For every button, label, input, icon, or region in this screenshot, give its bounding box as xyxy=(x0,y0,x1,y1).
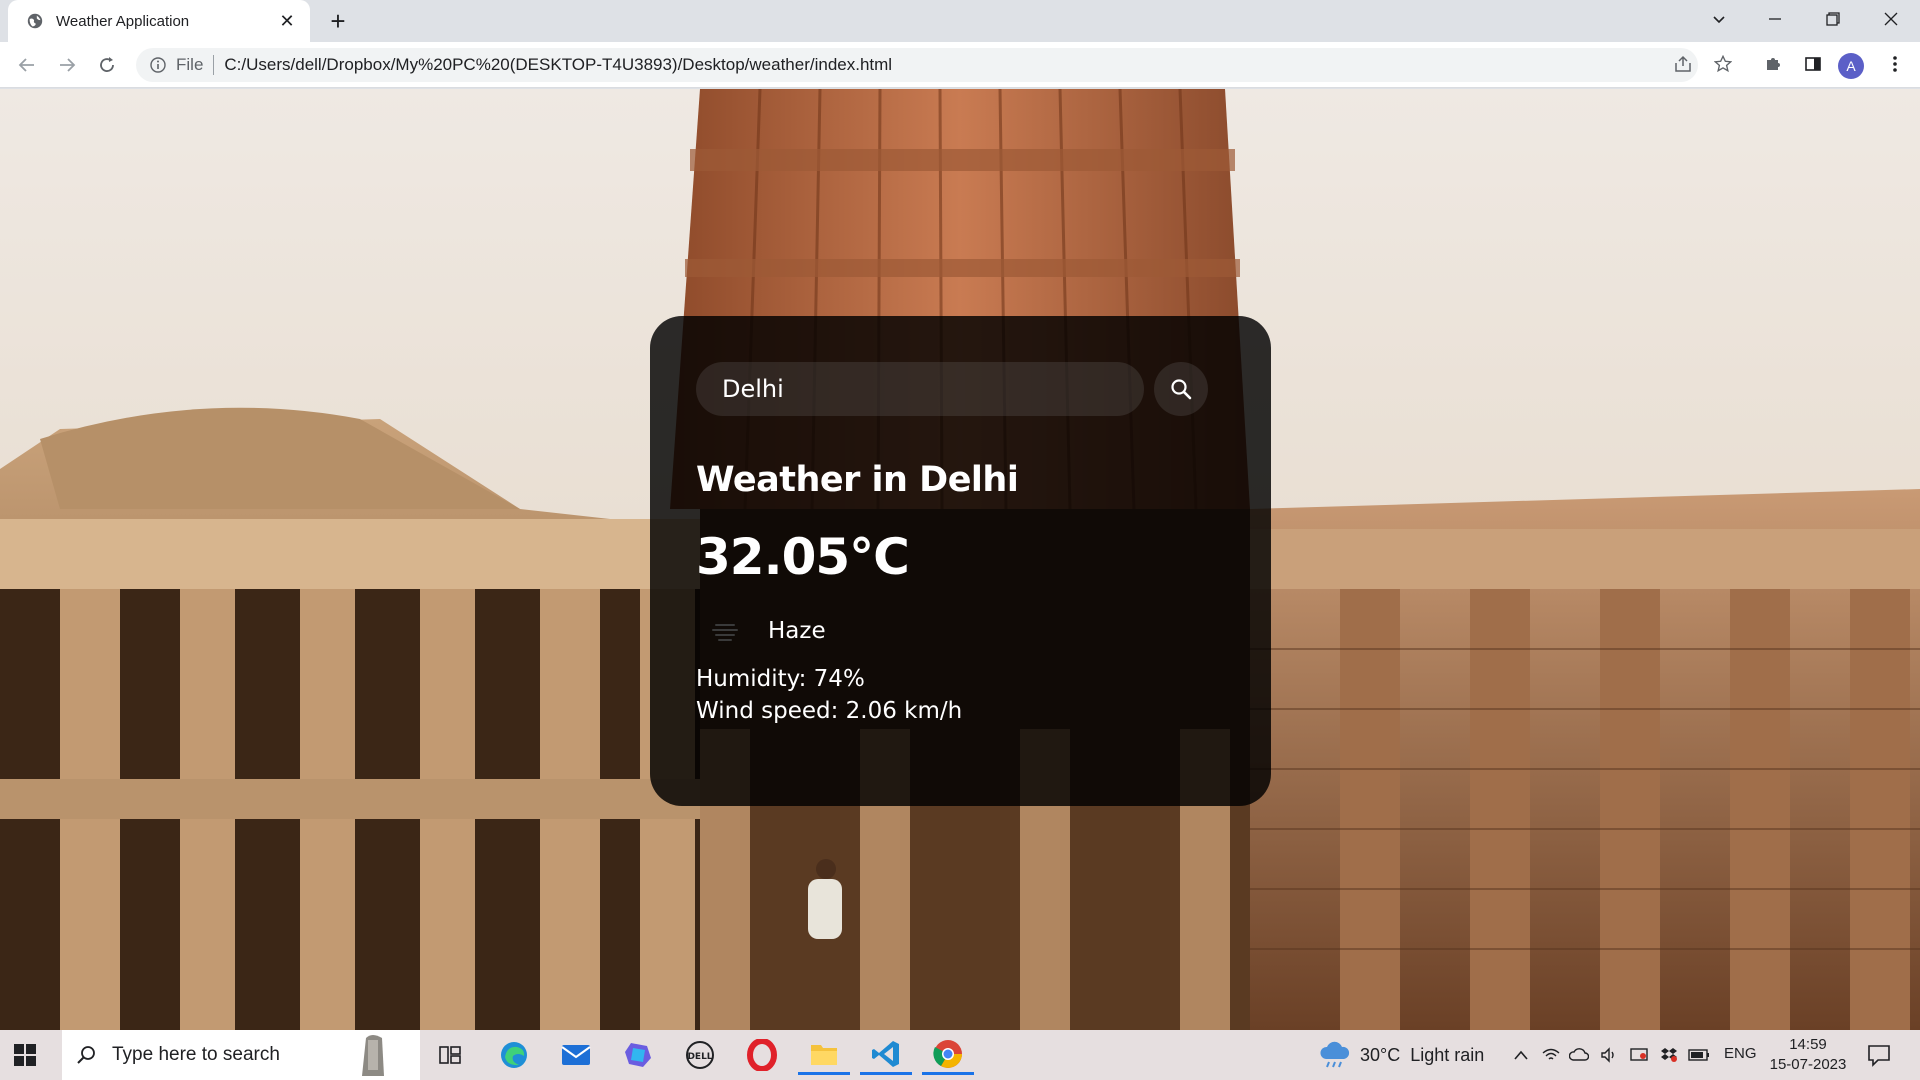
city-heading: Weather in Delhi xyxy=(696,460,1019,500)
vscode-icon[interactable] xyxy=(860,1035,912,1075)
dropbox-icon[interactable] xyxy=(1658,1044,1680,1066)
dell-icon[interactable]: DELL xyxy=(674,1035,726,1075)
battery-icon[interactable] xyxy=(1688,1044,1710,1066)
condition-row: Haze xyxy=(696,614,1225,648)
mail-icon[interactable] xyxy=(550,1035,602,1075)
onedrive-icon[interactable] xyxy=(1568,1044,1590,1066)
search-icon xyxy=(77,1046,95,1064)
network-display-icon[interactable] xyxy=(1628,1044,1650,1066)
profile-avatar[interactable]: A xyxy=(1838,53,1864,79)
tab-close-icon[interactable]: ✕ xyxy=(276,10,298,32)
chrome-icon[interactable] xyxy=(922,1035,974,1075)
forward-icon[interactable] xyxy=(52,50,82,80)
windows-taskbar: Type here to search DELL 30°C Light rain xyxy=(0,1030,1920,1080)
file-explorer-icon[interactable] xyxy=(798,1035,850,1075)
extensions-icon[interactable] xyxy=(1758,49,1788,79)
clock-date: 15-07-2023 xyxy=(1769,1056,1847,1073)
menu-kebab-icon[interactable] xyxy=(1880,49,1910,79)
svg-text:DELL: DELL xyxy=(687,1052,712,1062)
search-bar xyxy=(696,362,1225,416)
share-icon[interactable] xyxy=(1668,49,1698,79)
browser-tab-strip: Weather Application ✕ + xyxy=(0,0,1920,42)
minimize-icon[interactable] xyxy=(1752,0,1798,38)
taskbar-search-box[interactable]: Type here to search xyxy=(62,1030,420,1080)
url-scheme-label: File xyxy=(176,55,204,74)
globe-icon xyxy=(27,13,43,29)
taskbar-search-placeholder: Type here to search xyxy=(112,1044,280,1065)
condition-description: Haze xyxy=(768,618,826,644)
bookmark-star-icon[interactable] xyxy=(1708,49,1738,79)
task-view-icon[interactable] xyxy=(424,1035,476,1075)
restore-icon[interactable] xyxy=(1810,0,1856,38)
search-highlight-icon xyxy=(361,1035,384,1076)
tab-title: Weather Application xyxy=(56,12,190,30)
wifi-icon[interactable] xyxy=(1540,1044,1562,1066)
taskbar-clock[interactable]: 14:59 15-07-2023 xyxy=(1768,1035,1848,1075)
url-separator xyxy=(213,55,215,75)
language-indicator[interactable]: ENG xyxy=(1724,1045,1757,1062)
show-hidden-icons-icon[interactable] xyxy=(1510,1044,1532,1066)
browser-tab[interactable]: Weather Application ✕ xyxy=(8,0,310,42)
city-search-input[interactable] xyxy=(696,362,1144,416)
side-panel-icon[interactable] xyxy=(1798,49,1828,79)
clock-time: 14:59 xyxy=(1789,1036,1827,1053)
temperature-value: 32.05°C xyxy=(696,528,910,586)
wind-speed-text: Wind speed: 2.06 km/h xyxy=(696,698,963,724)
humidity-text: Humidity: 74% xyxy=(696,666,865,692)
rain-cloud-icon xyxy=(1320,1041,1350,1068)
browser-toolbar: File C:/Users/dell/Dropbox/My%20PC%20(DE… xyxy=(0,42,1920,88)
info-icon[interactable] xyxy=(150,57,166,73)
search-icon xyxy=(1171,379,1192,400)
taskbar-weather-widget[interactable]: 30°C Light rain xyxy=(1318,1030,1484,1080)
edge-icon[interactable] xyxy=(488,1035,540,1075)
tab-search-icon[interactable] xyxy=(1696,0,1742,38)
back-icon[interactable] xyxy=(12,50,42,80)
new-tab-icon[interactable]: + xyxy=(323,6,353,36)
reload-icon[interactable] xyxy=(92,50,122,80)
address-bar[interactable]: File C:/Users/dell/Dropbox/My%20PC%20(DE… xyxy=(136,48,1698,82)
weather-card: Weather in Delhi 32.05°C Haze Humidity: … xyxy=(650,316,1271,806)
close-window-icon[interactable] xyxy=(1868,0,1914,38)
haze-icon xyxy=(712,624,738,641)
taskbar-weather-text: 30°C Light rain xyxy=(1360,1044,1485,1065)
notification-center-icon[interactable] xyxy=(1866,1042,1892,1068)
url-text[interactable]: C:/Users/dell/Dropbox/My%20PC%20(DESKTOP… xyxy=(224,55,892,75)
page-viewport: Weather in Delhi 32.05°C Haze Humidity: … xyxy=(0,89,1920,1030)
opera-icon[interactable] xyxy=(736,1035,788,1075)
search-button[interactable] xyxy=(1154,362,1208,416)
volume-icon[interactable] xyxy=(1598,1044,1620,1066)
windows-start-icon[interactable] xyxy=(12,1042,38,1068)
copilot-app-icon[interactable] xyxy=(612,1035,664,1075)
